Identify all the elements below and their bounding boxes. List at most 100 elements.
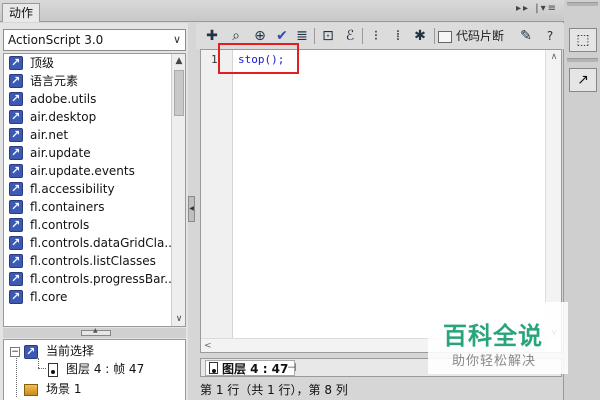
help-icon[interactable]: ? — [540, 26, 560, 46]
panel-menu-icon[interactable]: ▸▸ |▾≡ — [516, 3, 558, 14]
book-icon — [9, 144, 23, 162]
script-navigator: − 当前选择 图层 4 : 帧 47 场景 1 — [3, 339, 186, 400]
line-gutter: 1 — [201, 50, 233, 352]
book-icon — [9, 180, 23, 198]
watermark-title: 百科全说 — [443, 322, 543, 350]
tree-connector — [16, 355, 17, 397]
watermark-logo: 百科全说 助你轻松解决 — [428, 302, 568, 374]
toolbox-item[interactable]: fl.controls.listClasses — [4, 252, 172, 270]
book-icon — [9, 72, 23, 90]
toolbox-item-label: fl.accessibility — [30, 182, 115, 196]
scene-icon — [24, 383, 38, 396]
pin-icon[interactable]: ⊣ — [287, 361, 297, 374]
dock-divider — [567, 58, 598, 62]
nav-current-selection[interactable]: − 当前选择 — [10, 342, 95, 361]
toolbox-item-label: fl.controls — [30, 218, 90, 232]
toolbox-item[interactable]: fl.controls.dataGridCla... — [4, 234, 172, 252]
annotation-highlight-box — [218, 43, 299, 74]
editor-vertical-scrollbar[interactable]: ∧ ∨ — [545, 50, 561, 340]
toolbox-item[interactable]: fl.core — [4, 288, 172, 306]
toolbox-list: 顶级语言元素 adobe.utils air.desktop air.net air.u… — [4, 54, 185, 306]
toolbox-item[interactable]: fl.containers — [4, 198, 172, 216]
actions-panel-icon[interactable]: ↗ — [569, 68, 597, 92]
status-bar: 第 1 行（共 1 行），第 8 列 — [200, 383, 348, 397]
tree-connector — [38, 368, 46, 369]
nav-scene[interactable]: 场景 1 — [24, 380, 81, 398]
toolbox-item-label: fl.controls.dataGridCla... — [30, 236, 172, 250]
toolbox-item-label: air.net — [30, 128, 69, 142]
nav-layer-frame-label: 图层 4 : 帧 47 — [66, 362, 145, 376]
collapse-pane-button[interactable]: ◀ — [188, 196, 195, 222]
toolbox-item-label: fl.core — [30, 290, 68, 304]
toolbox-item-label: air.update.events — [30, 164, 135, 178]
magic-wand-icon[interactable]: ✎ — [516, 26, 536, 46]
toolbox-item-label: 语言元素 — [30, 74, 79, 88]
collapse-between-braces-icon[interactable]: ⁝ — [366, 26, 386, 46]
book-icon — [9, 162, 23, 180]
toolbar-divider — [314, 28, 315, 44]
toolbox-item[interactable]: 顶级 — [4, 54, 172, 72]
script-tab[interactable]: 图层 4 : 47 — [205, 360, 296, 376]
toolbox-item-label: air.desktop — [30, 110, 97, 124]
book-icon — [9, 108, 23, 126]
toolbox-item[interactable]: fl.accessibility — [4, 180, 172, 198]
script-tab-label: 图层 4 : 47 — [222, 362, 289, 376]
dock-divider — [567, 2, 598, 6]
toolbox-item[interactable]: fl.controls.progressBar... — [4, 270, 172, 288]
chevron-down-icon: ∨ — [172, 33, 181, 46]
book-icon — [9, 252, 23, 270]
nav-scene-label: 场景 1 — [46, 382, 82, 396]
pane-splitter[interactable] — [3, 327, 186, 338]
toolbox-item-label: 顶级 — [30, 56, 55, 70]
toolbox-item[interactable]: adobe.utils — [4, 90, 172, 108]
toolbox-item[interactable]: 语言元素 — [4, 72, 172, 90]
collapse-icon[interactable]: − — [10, 346, 20, 357]
book-icon — [9, 288, 23, 306]
book-icon — [24, 343, 38, 361]
splitter-grip-icon[interactable] — [81, 327, 111, 336]
expand-all-icon[interactable]: ✱ — [410, 26, 430, 46]
scroll-thumb[interactable] — [174, 70, 184, 116]
collapse-selection-icon[interactable]: ⁞ — [388, 26, 408, 46]
debug-options-icon[interactable]: ℰ — [340, 26, 360, 46]
code-snippets-label: 代码片断 — [456, 29, 505, 43]
scroll-left-icon[interactable]: < — [204, 339, 212, 353]
book-icon — [9, 270, 23, 288]
book-icon — [9, 198, 23, 216]
book-icon — [9, 54, 23, 72]
toolbox-item[interactable]: air.net — [4, 126, 172, 144]
toolbox-item-label: adobe.utils — [30, 92, 97, 106]
panel-toggle-icon[interactable]: ⬚ — [569, 28, 597, 52]
toolbox-item-label: fl.controls.progressBar... — [30, 272, 172, 286]
right-dock: ⬚ ↗ — [565, 0, 600, 400]
panel-title-tab[interactable]: 动作 — [2, 3, 41, 22]
nav-current-selection-label: 当前选择 — [46, 344, 95, 358]
toolbox-item-label: air.update — [30, 146, 91, 160]
book-icon — [9, 90, 23, 108]
toolbox-item-label: fl.controls.listClasses — [30, 254, 156, 268]
language-select-value: ActionScript 3.0 — [8, 33, 104, 47]
keyframe-icon — [209, 362, 218, 374]
watermark-subtitle: 助你轻松解决 — [452, 354, 537, 369]
actions-toolbox: 顶级语言元素 adobe.utils air.desktop air.net air.u… — [3, 53, 186, 327]
toolbox-scrollbar[interactable]: ▲ ∨ — [171, 54, 185, 326]
code-hint-icon[interactable]: ⊡ — [318, 26, 338, 46]
book-icon — [9, 216, 23, 234]
toolbox-item[interactable]: air.update — [4, 144, 172, 162]
book-icon — [9, 126, 23, 144]
toolbox-item[interactable]: air.update.events — [4, 162, 172, 180]
line-number: 1 — [211, 53, 218, 66]
code-snippets-button[interactable]: 代码片断 — [438, 26, 504, 46]
panel-titlebar: 动作 ▸▸ |▾≡ — [0, 0, 564, 22]
keyframe-icon — [48, 362, 58, 377]
nav-layer-frame[interactable]: 图层 4 : 帧 47 — [48, 360, 144, 378]
toolbar-divider — [434, 28, 435, 44]
scroll-up-icon[interactable]: ▲ — [172, 54, 185, 68]
scroll-down-icon[interactable]: ∨ — [172, 312, 185, 326]
toolbox-item-label: fl.containers — [30, 200, 105, 214]
scroll-up-icon[interactable]: ∧ — [546, 52, 562, 62]
toolbar-divider — [362, 28, 363, 44]
toolbox-item[interactable]: air.desktop — [4, 108, 172, 126]
language-select[interactable]: ActionScript 3.0 ∨ — [3, 29, 186, 51]
toolbox-item[interactable]: fl.controls — [4, 216, 172, 234]
